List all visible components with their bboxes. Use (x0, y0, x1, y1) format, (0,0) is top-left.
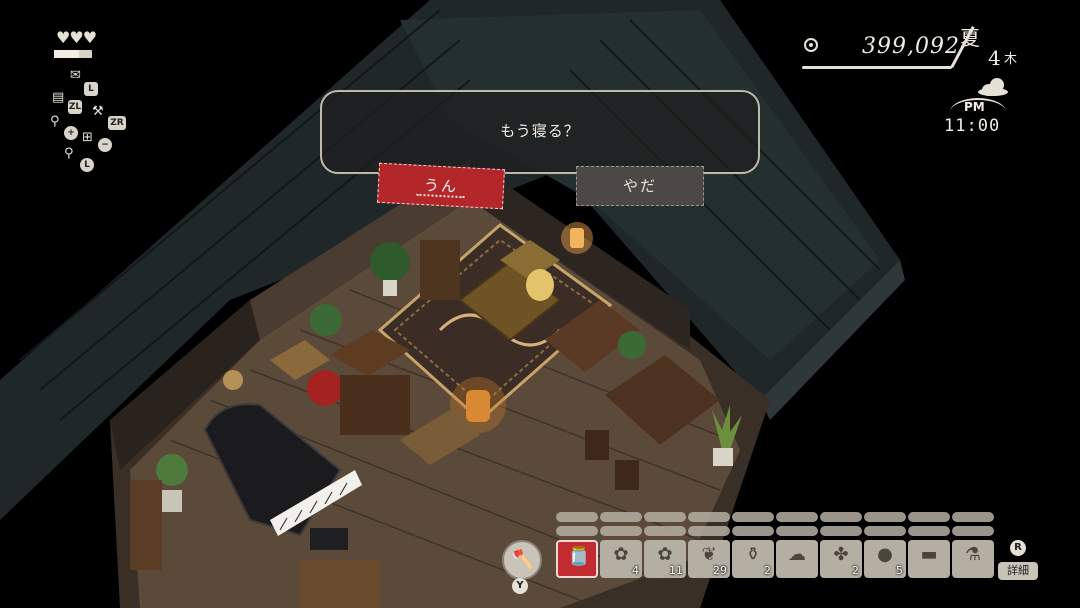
item-count: 11 (669, 564, 683, 577)
axe-icon[interactable]: ⚒ (92, 104, 104, 119)
axe-button: ZR (108, 116, 126, 130)
item-hotbar: 🫙 ✿ 4 ✿ 11 ❦ 29 ⚱ 2 ☁ ✤ 2 ● 5 ▬ ⚗ (556, 512, 996, 588)
yes-button-label: うん (423, 176, 459, 196)
hearts-icon: ♥♥♥ (56, 28, 97, 47)
hotbar-slot-cap (556, 526, 598, 536)
hotbar-slot[interactable]: ⚱ 2 (732, 540, 774, 578)
hotbar-slot-cap (908, 512, 950, 522)
stamina-fill (54, 50, 79, 58)
clock-time: 11:00 (944, 116, 1001, 136)
hotbar-slot[interactable]: ☁ (776, 540, 818, 578)
hotbar-slot-cap (556, 512, 598, 522)
basket-button: − (98, 138, 112, 152)
olive-icon: ● (877, 544, 893, 565)
money-amount: 399,092 (862, 34, 960, 59)
item-count: 29 (713, 564, 727, 577)
hotbar-slot[interactable]: ● 5 (864, 540, 906, 578)
dialog-question: もう寝る？ (500, 122, 580, 140)
sake-bottle-icon: ⚗ (964, 544, 982, 565)
hotbar-slot-cap (732, 512, 774, 522)
sleep-dialog: もう寝る？ (320, 90, 760, 174)
jar-icon: 🫙 (567, 546, 591, 567)
hotbar-slot-cap (820, 526, 862, 536)
hotbar-slot-cap (644, 512, 686, 522)
magnifier-icon[interactable]: ⚲ (64, 146, 74, 161)
hotbar-slot[interactable]: ✿ 11 (644, 540, 686, 578)
item-count: 2 (852, 564, 859, 577)
day-label: 4 (988, 46, 1001, 70)
log-icon: ▬ (920, 544, 938, 565)
cloudy-icon (976, 78, 1010, 96)
hotbar-slot-cap (908, 526, 950, 536)
axe-icon: 🪓 (510, 549, 534, 570)
hotbar-slot-cap (776, 512, 818, 522)
hotbar-slot-cap (644, 526, 686, 536)
hotbar-slot-cap (600, 512, 642, 522)
map-button: L (84, 82, 98, 96)
item-count: 2 (764, 564, 771, 577)
yes-button[interactable]: うん (377, 162, 505, 210)
detail-button[interactable]: 詳細 (998, 562, 1038, 580)
map-icon[interactable]: ✉ (70, 68, 81, 83)
hotbar-slot[interactable]: ❦ 29 (688, 540, 730, 578)
right-hud: 399,092 夏 4 木 PM 11:00 (800, 20, 1040, 140)
bottle-icon: ⚱ (745, 544, 761, 565)
hotbar-slot-cap (688, 512, 730, 522)
left-hud: ♥♥♥ ✉ L ▤ ZL ⚒ ZR ⚲ + ⊞ − ⚲ L (48, 26, 138, 176)
location-pin-icon[interactable]: ⚲ (50, 114, 60, 129)
hotbar-slot-cap (820, 512, 862, 522)
detail-button-badge: R (1010, 540, 1026, 556)
location-button: + (64, 126, 78, 140)
journal-button: ZL (68, 100, 82, 114)
ampm-label: PM (964, 100, 985, 114)
cotton-icon: ☁ (788, 544, 806, 565)
tool-button-badge: Y (512, 578, 528, 594)
herb-icon: ❦ (701, 544, 717, 565)
basket-icon[interactable]: ⊞ (82, 130, 93, 145)
hotbar-slot-cap (688, 526, 730, 536)
flower-bundle-icon: ✿ (613, 544, 629, 565)
root-icon: ✤ (833, 544, 849, 565)
magnifier-button: L (80, 158, 94, 172)
coin-icon (804, 38, 818, 52)
journal-icon[interactable]: ▤ (52, 90, 64, 105)
item-count: 4 (632, 564, 639, 577)
hotbar-slot[interactable]: ✿ 4 (600, 540, 642, 578)
item-count: 5 (896, 564, 903, 577)
weekday-label: 木 (1004, 52, 1018, 67)
equipped-tool[interactable]: 🪓 (502, 540, 542, 580)
stamina-bar (54, 50, 92, 58)
hotbar-slot[interactable]: 🫙 (556, 540, 598, 578)
hotbar-slot-cap (864, 512, 906, 522)
no-button[interactable]: やだ (576, 166, 704, 206)
hotbar-slot[interactable]: ⚗ (952, 540, 994, 578)
hotbar-slot-cap (952, 512, 994, 522)
hotbar-slot-cap (952, 526, 994, 536)
hotbar-slot-cap (732, 526, 774, 536)
no-button-label: やだ (622, 177, 657, 195)
flower-bundle-icon: ✿ (657, 544, 673, 565)
hotbar-slot[interactable]: ▬ (908, 540, 950, 578)
hotbar-slot[interactable]: ✤ 2 (820, 540, 862, 578)
hotbar-slot-cap (776, 526, 818, 536)
hotbar-slot-cap (600, 526, 642, 536)
hotbar-slot-cap (864, 526, 906, 536)
money-underline (802, 66, 952, 69)
